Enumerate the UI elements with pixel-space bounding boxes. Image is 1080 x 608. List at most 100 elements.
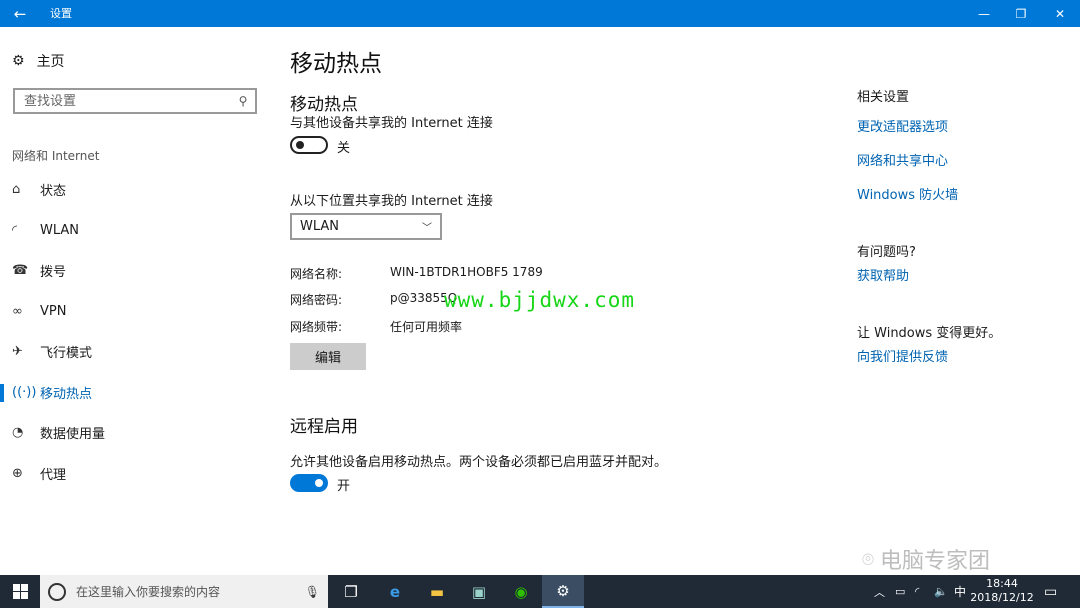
remote-heading: 远程启用 <box>290 417 358 437</box>
task-view-icon: ❐ <box>344 582 358 601</box>
dialup-icon: ☎ <box>12 262 29 278</box>
brand-watermark: ⌾ 电脑专家团 <box>862 543 990 575</box>
share-from-select[interactable]: WLAN ﹀ <box>290 213 442 240</box>
related-heading: 相关设置 <box>857 90 910 105</box>
clock-date: 2018/12/12 <box>970 591 1034 604</box>
wifi-tray-icon: ◜ <box>915 585 920 598</box>
nav-item-label: 飞行模式 <box>40 345 93 361</box>
clock-time: 18:44 <box>986 577 1018 590</box>
restore-icon: ❐ <box>1015 6 1027 21</box>
nav-item-dialup[interactable]: ☎ 拨号 <box>0 255 270 285</box>
wechat-icon: ⌾ <box>862 547 874 571</box>
nav-item-hotspot[interactable]: ((·)) 移动热点 <box>0 377 270 407</box>
task-view-button[interactable]: ❐ <box>330 575 372 608</box>
nav-item-label: 数据使用量 <box>40 426 106 442</box>
remote-description: 允许其他设备启用移动热点。两个设备必须都已启用蓝牙并配对。 <box>290 455 668 470</box>
settings-button[interactable]: ⚙ <box>542 575 584 608</box>
cortana-icon <box>48 582 66 601</box>
nav-item-label: 拨号 <box>40 264 67 280</box>
adapter-options-link[interactable]: 更改适配器选项 <box>857 116 948 135</box>
chevron-down-icon: ﹀ <box>422 223 432 234</box>
question-heading: 有问题吗? <box>857 245 916 260</box>
nav-item-data-usage[interactable]: ◔ 数据使用量 <box>0 417 270 447</box>
close-icon: ✕ <box>1054 6 1066 21</box>
network-band-value: 任何可用频率 <box>390 320 463 334</box>
home-status-icon: ⌂ <box>12 181 21 197</box>
hotspot-icon: ((·)) <box>12 384 37 400</box>
close-button[interactable]: ✕ <box>1042 0 1078 27</box>
remote-toggle-label: 开 <box>337 479 351 494</box>
search-input[interactable] <box>24 93 231 109</box>
vpn-icon: ∞ <box>12 303 23 319</box>
input-language[interactable]: 中 <box>954 575 966 608</box>
nav-section-title: 网络和 Internet <box>12 149 100 163</box>
wechat-button[interactable]: ◉ <box>500 575 542 608</box>
folder-icon: ▬ <box>429 582 445 601</box>
network-password-label: 网络密码: <box>290 293 343 307</box>
windows-logo-icon <box>12 584 28 599</box>
title-bar: ← 设置 — ❐ ✕ <box>0 0 1080 27</box>
network-name-label: 网络名称: <box>290 267 343 281</box>
speaker-icon: 🔈 <box>934 585 948 598</box>
network-band-label: 网络频带: <box>290 320 343 334</box>
nav-home-label: 主页 <box>36 54 65 70</box>
restore-button[interactable]: ❐ <box>1003 0 1039 27</box>
show-hidden-icons[interactable]: ︿ <box>874 575 885 608</box>
gear-icon: ⚙ <box>12 53 25 69</box>
share-from-selected: WLAN <box>300 219 340 234</box>
microphone-icon[interactable]: 🎙 <box>305 585 320 599</box>
clock[interactable]: 18:44 2018/12/12 <box>968 577 1036 605</box>
search-box[interactable]: ⚲ <box>13 88 257 114</box>
airplane-icon: ✈ <box>12 343 23 359</box>
taskbar-search-placeholder: 在这里输入你要搜索的内容 <box>76 585 221 599</box>
site-watermark: www.bjjdwx.com <box>444 288 636 312</box>
improve-heading: 让 Windows 变得更好。 <box>857 326 1002 341</box>
edge-button[interactable]: e <box>374 575 416 608</box>
share-from-label: 从以下位置共享我的 Internet 连接 <box>290 194 493 209</box>
nav-item-proxy[interactable]: ⊕ 代理 <box>0 458 270 488</box>
nav-item-status[interactable]: ⌂ 状态 <box>0 174 270 204</box>
data-usage-icon: ◔ <box>12 424 24 440</box>
firewall-link[interactable]: Windows 防火墙 <box>857 184 958 203</box>
network-status[interactable]: ◜ <box>915 575 919 608</box>
taskbar-search[interactable]: 在这里输入你要搜索的内容 🎙 <box>40 575 328 608</box>
nav-item-label: 状态 <box>40 183 67 199</box>
hotspot-toggle-label: 关 <box>337 141 351 156</box>
wifi-icon: ◜ <box>12 222 18 238</box>
minimize-icon: — <box>978 6 990 21</box>
edit-button[interactable]: 编辑 <box>290 343 366 370</box>
settings-gear-icon: ⚙ <box>556 581 570 600</box>
store-icon: ▣ <box>471 582 487 601</box>
store-button[interactable]: ▣ <box>458 575 500 608</box>
chevron-up-icon: ︿ <box>874 585 885 599</box>
nav-item-wlan[interactable]: ◜ WLAN <box>0 215 270 245</box>
wechat-app-icon: ◉ <box>514 582 528 601</box>
nav-home[interactable]: ⚙ 主页 <box>12 51 65 71</box>
nav-item-airplane[interactable]: ✈ 飞行模式 <box>0 336 270 366</box>
action-center-button[interactable]: ▭ <box>1044 575 1057 608</box>
nav-item-label: 代理 <box>40 467 67 483</box>
feedback-link[interactable]: 向我们提供反馈 <box>857 346 948 365</box>
get-help-link[interactable]: 获取帮助 <box>857 265 909 284</box>
sharing-center-link[interactable]: 网络和共享中心 <box>857 150 948 169</box>
start-button[interactable] <box>0 575 40 608</box>
notification-icon: ▭ <box>1044 583 1058 600</box>
nav-item-label: 移动热点 <box>40 386 93 402</box>
minimize-button[interactable]: — <box>966 0 1002 27</box>
volume-status[interactable]: 🔈 <box>934 575 948 608</box>
window-title: 设置 <box>50 7 72 20</box>
hotspot-description: 与其他设备共享我的 Internet 连接 <box>290 116 493 131</box>
edge-icon: e <box>389 582 401 601</box>
hotspot-toggle[interactable] <box>290 136 328 154</box>
brand-text: 电脑专家团 <box>880 549 991 574</box>
nav-item-vpn[interactable]: ∞ VPN <box>0 296 270 326</box>
network-name-value: WIN-1BTDR1HOBF5 1789 <box>390 265 543 279</box>
globe-icon: ⊕ <box>12 465 23 481</box>
back-button[interactable]: ← <box>0 0 40 27</box>
battery-status[interactable]: ▭ <box>895 575 905 608</box>
remote-toggle[interactable] <box>290 474 328 492</box>
taskbar: 在这里输入你要搜索的内容 🎙 ❐ e ▬ ▣ ◉ ⚙ ︿ ▭ ◜ 🔈 中 18:… <box>0 575 1080 608</box>
file-explorer-button[interactable]: ▬ <box>416 575 458 608</box>
search-icon[interactable]: ⚲ <box>231 94 255 108</box>
back-arrow-icon: ← <box>13 4 27 23</box>
